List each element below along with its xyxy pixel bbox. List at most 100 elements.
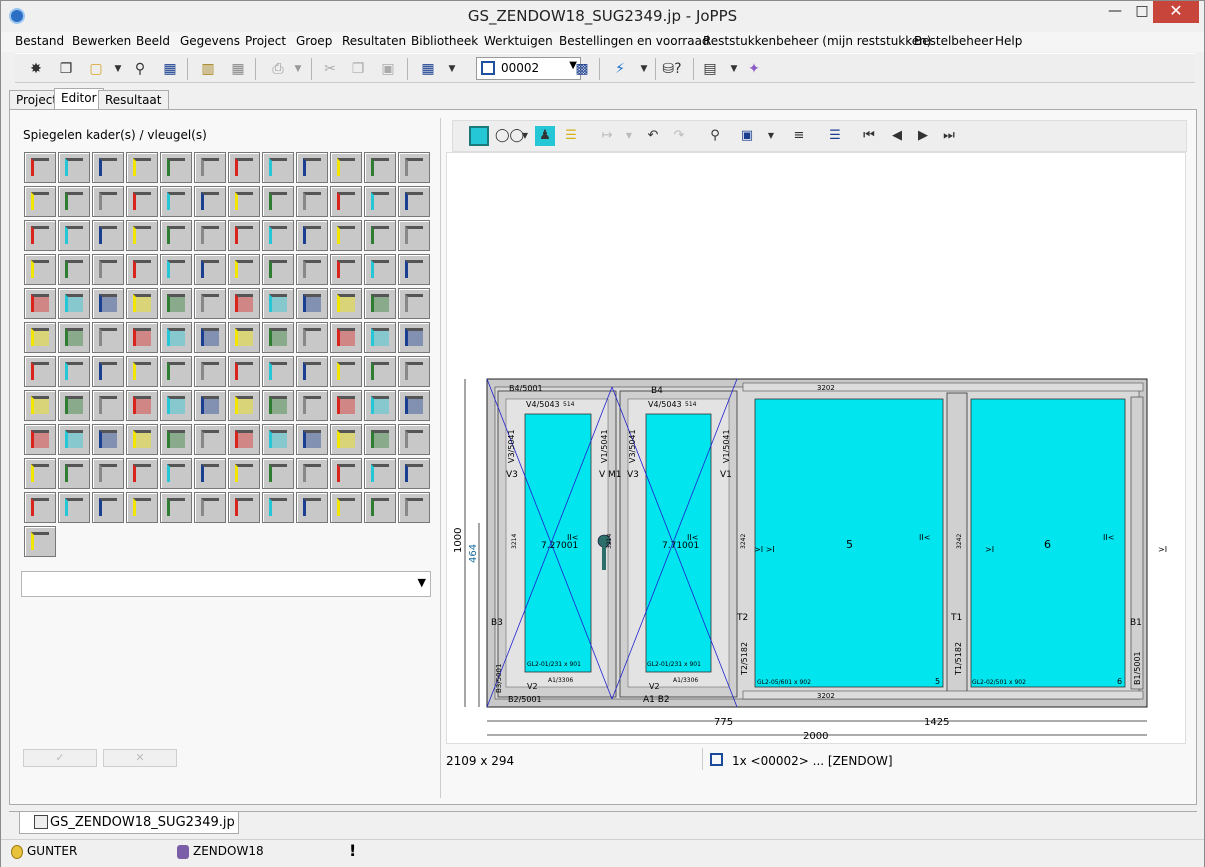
menu-groep[interactable]: Groep bbox=[296, 34, 332, 48]
tool-button[interactable] bbox=[330, 356, 362, 387]
tool-button[interactable] bbox=[228, 424, 260, 455]
paste-copy-icon[interactable]: ❐ bbox=[347, 58, 369, 80]
tool-button[interactable] bbox=[126, 390, 158, 421]
menu-bestand[interactable]: Bestand bbox=[15, 34, 64, 48]
tool-button[interactable] bbox=[262, 322, 294, 353]
tool-button[interactable] bbox=[296, 356, 328, 387]
magic-wand-icon[interactable]: ✦ bbox=[743, 58, 765, 80]
next-icon[interactable]: ▶ bbox=[913, 126, 933, 146]
tool-button[interactable] bbox=[160, 390, 192, 421]
tool-button[interactable] bbox=[398, 152, 430, 183]
tool-button[interactable] bbox=[58, 254, 90, 285]
menu-reststukkenbeheer[interactable]: Reststukkenbeheer (mijn reststukken) bbox=[703, 34, 931, 48]
tool-button[interactable] bbox=[126, 492, 158, 523]
tool-button[interactable] bbox=[92, 492, 124, 523]
menu-bestelbeheer[interactable]: Bestelbeheer bbox=[914, 34, 994, 48]
tool-button[interactable] bbox=[194, 458, 226, 489]
cancel-button[interactable]: ✕ bbox=[103, 749, 177, 767]
view-dropdown-icon[interactable]: ▼ bbox=[761, 126, 781, 146]
tool-button[interactable] bbox=[58, 356, 90, 387]
table-icon[interactable]: ▦ bbox=[227, 58, 249, 80]
tool-button[interactable] bbox=[398, 458, 430, 489]
tool-button[interactable] bbox=[58, 288, 90, 319]
dimension-icon[interactable]: ↦ bbox=[597, 126, 617, 146]
minimize-button[interactable]: — bbox=[1100, 1, 1130, 23]
tool-button[interactable] bbox=[24, 356, 56, 387]
undo-icon[interactable]: ↶ bbox=[643, 126, 663, 146]
document-tab[interactable]: GS_ZENDOW18_SUG2349.jp bbox=[19, 812, 239, 834]
tool-dropdown[interactable]: ▼ bbox=[21, 571, 431, 597]
select-dropdown-icon[interactable]: ▼ bbox=[441, 58, 463, 80]
tool-button[interactable] bbox=[58, 220, 90, 251]
tool-button[interactable] bbox=[58, 186, 90, 217]
tool-button[interactable] bbox=[330, 152, 362, 183]
tool-button[interactable] bbox=[92, 424, 124, 455]
tool-button[interactable] bbox=[160, 424, 192, 455]
layers-icon[interactable]: ☰ bbox=[561, 126, 581, 146]
tool-button[interactable] bbox=[92, 356, 124, 387]
position-combo[interactable]: 00002 ▼ bbox=[476, 57, 581, 80]
search-file-icon[interactable]: ⚲ bbox=[129, 58, 151, 80]
tool-button[interactable] bbox=[330, 254, 362, 285]
menu-bibliotheek[interactable]: Bibliotheek bbox=[411, 34, 478, 48]
tool-button[interactable] bbox=[262, 152, 294, 183]
tool-button[interactable] bbox=[194, 390, 226, 421]
tool-button[interactable] bbox=[228, 390, 260, 421]
tool-button[interactable] bbox=[296, 186, 328, 217]
new-icon[interactable]: ✸ bbox=[25, 58, 47, 80]
tool-button[interactable] bbox=[364, 186, 396, 217]
tool-button[interactable] bbox=[194, 152, 226, 183]
tool-button[interactable] bbox=[364, 424, 396, 455]
save-icon[interactable]: ▦ bbox=[159, 58, 181, 80]
tool-button[interactable] bbox=[262, 356, 294, 387]
tool-button[interactable] bbox=[398, 492, 430, 523]
tool-button[interactable] bbox=[24, 492, 56, 523]
copy-icon[interactable]: ❐ bbox=[55, 58, 77, 80]
tool-button[interactable] bbox=[296, 254, 328, 285]
tool-button[interactable] bbox=[228, 152, 260, 183]
tool-button[interactable] bbox=[92, 220, 124, 251]
redo-icon[interactable]: ↷ bbox=[669, 126, 689, 146]
tool-button[interactable] bbox=[24, 458, 56, 489]
align-icon[interactable]: ≡ bbox=[789, 126, 809, 146]
tool-button[interactable] bbox=[364, 288, 396, 319]
tool-button[interactable] bbox=[160, 492, 192, 523]
tool-button[interactable] bbox=[296, 322, 328, 353]
tool-button[interactable] bbox=[160, 322, 192, 353]
tool-button[interactable] bbox=[24, 152, 56, 183]
tool-button[interactable] bbox=[296, 152, 328, 183]
tool-button[interactable] bbox=[398, 186, 430, 217]
glasses-icon[interactable]: ◯◯ bbox=[495, 126, 524, 146]
tool-button[interactable] bbox=[126, 152, 158, 183]
tool-button[interactable] bbox=[262, 492, 294, 523]
tool-button[interactable] bbox=[228, 356, 260, 387]
lightning-icon[interactable]: ⚡ bbox=[609, 58, 631, 80]
tool-button[interactable] bbox=[364, 254, 396, 285]
tool-button[interactable] bbox=[398, 220, 430, 251]
zoom-icon[interactable]: ⚲ bbox=[705, 126, 725, 146]
print-preview-icon[interactable]: ▥ bbox=[197, 58, 219, 80]
glasses-dropdown-icon[interactable]: ▼ bbox=[515, 126, 535, 146]
tool-button[interactable] bbox=[364, 492, 396, 523]
person-icon[interactable]: ♟ bbox=[535, 126, 555, 146]
menu-project[interactable]: Project bbox=[245, 34, 286, 48]
tool-button[interactable] bbox=[330, 288, 362, 319]
tool-button[interactable] bbox=[330, 458, 362, 489]
tool-button[interactable] bbox=[330, 492, 362, 523]
frame-view-icon[interactable] bbox=[469, 126, 489, 146]
tool-button[interactable] bbox=[364, 152, 396, 183]
tool-button[interactable] bbox=[194, 254, 226, 285]
tool-button[interactable] bbox=[296, 220, 328, 251]
tool-button[interactable] bbox=[194, 492, 226, 523]
menu-werktuigen[interactable]: Werktuigen bbox=[484, 34, 553, 48]
menu-bestellingen[interactable]: Bestellingen en voorraad bbox=[559, 34, 710, 48]
menu-bewerken[interactable]: Bewerken bbox=[72, 34, 131, 48]
dimension-dropdown-icon[interactable]: ▼ bbox=[619, 126, 639, 146]
tab-editor[interactable]: Editor bbox=[54, 88, 104, 110]
tool-button[interactable] bbox=[262, 254, 294, 285]
tool-button[interactable] bbox=[58, 492, 90, 523]
database-help-icon[interactable]: ⛁? bbox=[661, 58, 683, 80]
tool-button[interactable] bbox=[126, 186, 158, 217]
tool-button[interactable] bbox=[194, 186, 226, 217]
tool-button[interactable] bbox=[92, 186, 124, 217]
